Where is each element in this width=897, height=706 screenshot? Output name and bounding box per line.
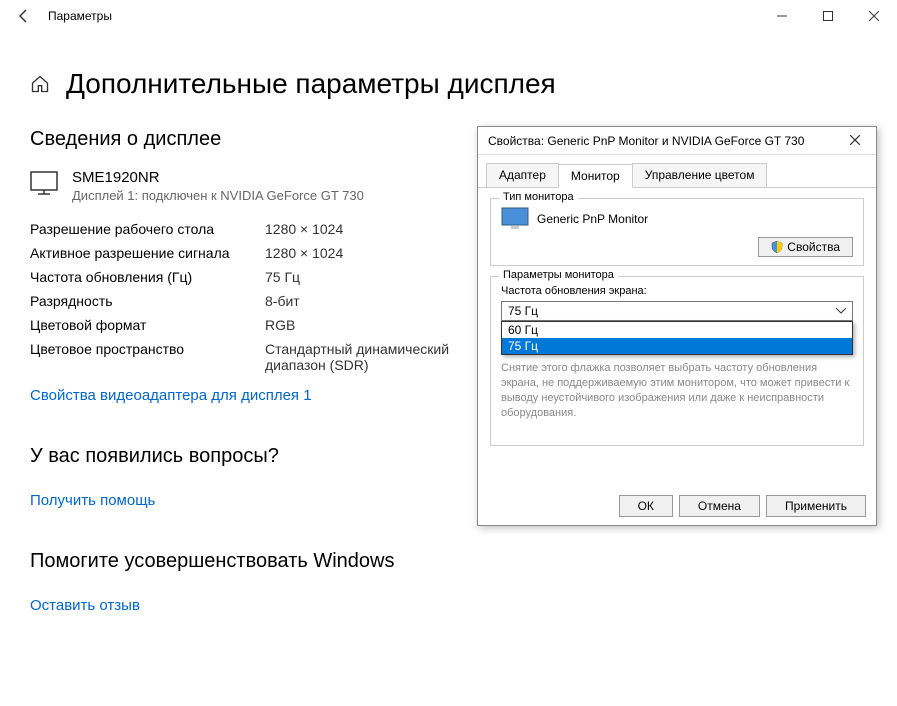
monitor-properties-dialog: Свойства: Generic PnP Monitor и NVIDIA G… [477, 126, 877, 526]
dialog-title: Свойства: Generic PnP Monitor и NVIDIA G… [488, 134, 840, 148]
shield-icon [771, 241, 783, 253]
tab-adapter[interactable]: Адаптер [486, 163, 559, 187]
label-bit-depth: Разрядность [30, 293, 265, 309]
close-button[interactable] [851, 0, 897, 32]
refresh-rate-dropdown[interactable]: 75 Гц 60 Гц 75 Гц [501, 301, 853, 321]
monitor-name: SME1920NR [72, 169, 364, 186]
label-color-space: Цветовое пространство [30, 341, 265, 373]
group-monitor-type-title: Тип монитора [499, 191, 578, 203]
maximize-icon [823, 11, 833, 21]
ok-button[interactable]: ОК [619, 495, 673, 517]
monitor-properties-button-label: Свойства [787, 240, 840, 254]
back-button[interactable] [8, 0, 40, 32]
refresh-rate-options: 60 Гц 75 Гц [501, 321, 853, 355]
group-monitor-params: Параметры монитора Частота обновления эк… [490, 276, 864, 446]
monitor-icon [501, 207, 529, 231]
refresh-option-60[interactable]: 60 Гц [502, 322, 852, 338]
maximize-button[interactable] [805, 0, 851, 32]
get-help-link[interactable]: Получить помощь [30, 492, 155, 509]
dialog-close-button[interactable] [840, 133, 870, 148]
cancel-button[interactable]: Отмена [679, 495, 760, 517]
refresh-hint-text: Снятие этого флажка позволяет выбрать ча… [501, 361, 853, 420]
monitor-properties-button[interactable]: Свойства [758, 237, 853, 257]
label-color-format: Цветовой формат [30, 317, 265, 333]
arrow-left-icon [16, 8, 32, 24]
leave-feedback-link[interactable]: Оставить отзыв [30, 597, 140, 614]
apply-button[interactable]: Применить [766, 495, 866, 517]
refresh-rate-label: Частота обновления экрана: [501, 285, 853, 297]
dialog-tabs: Адаптер Монитор Управление цветом [478, 155, 876, 188]
section-feedback-heading: Помогите усовершенствовать Windows [30, 550, 867, 573]
refresh-rate-selected: 75 Гц [508, 302, 538, 320]
monitor-connection: Дисплей 1: подключен к NVIDIA GeForce GT… [72, 188, 364, 203]
close-icon [850, 135, 860, 145]
label-refresh-rate: Частота обновления (Гц) [30, 269, 265, 285]
window-title: Параметры [48, 9, 112, 23]
dialog-titlebar[interactable]: Свойства: Generic PnP Monitor и NVIDIA G… [478, 127, 876, 155]
window-titlebar: Параметры [0, 0, 897, 32]
adapter-properties-link[interactable]: Свойства видеоадаптера для дисплея 1 [30, 387, 312, 404]
minimize-icon [777, 11, 787, 21]
label-active-resolution: Активное разрешение сигнала [30, 245, 265, 261]
tab-monitor[interactable]: Монитор [558, 164, 633, 188]
close-icon [869, 11, 879, 21]
refresh-option-75[interactable]: 75 Гц [502, 338, 852, 354]
page-title: Дополнительные параметры дисплея [66, 68, 556, 100]
monitor-type-name: Generic PnP Monitor [537, 212, 648, 226]
group-monitor-type: Тип монитора Generic PnP Monitor Свойств… [490, 198, 864, 266]
tab-color-management[interactable]: Управление цветом [632, 163, 768, 187]
home-icon[interactable] [30, 74, 50, 94]
chevron-down-icon [836, 308, 846, 314]
minimize-button[interactable] [759, 0, 805, 32]
monitor-icon [30, 171, 58, 195]
label-desktop-resolution: Разрешение рабочего стола [30, 221, 265, 237]
value-color-space: Стандартный динамический диапазон (SDR) [265, 341, 475, 373]
group-monitor-params-title: Параметры монитора [499, 269, 618, 281]
